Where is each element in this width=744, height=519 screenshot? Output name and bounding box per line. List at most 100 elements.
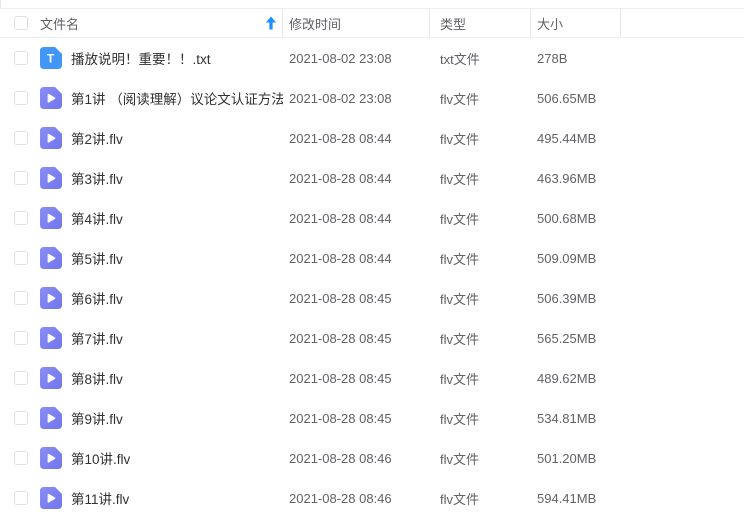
- table-row[interactable]: 第8讲.flv 2021-08-28 08:45 flv文件 489.62MB: [0, 358, 744, 398]
- filename-column-label: 文件名: [40, 14, 79, 33]
- file-size: 278B: [531, 51, 621, 66]
- table-row[interactable]: 第1讲 （阅读理解）议论文认证方法... 2021-08-02 23:08 fl…: [0, 78, 744, 118]
- video-file-icon: [40, 287, 62, 309]
- row-checkbox[interactable]: [14, 51, 28, 65]
- file-modified-time: 2021-08-28 08:45: [283, 411, 430, 426]
- row-checkbox[interactable]: [14, 331, 28, 345]
- video-file-icon: [40, 367, 62, 389]
- video-file-icon: [40, 327, 62, 349]
- file-type: flv文件: [430, 409, 531, 428]
- file-name[interactable]: 第6讲.flv: [71, 288, 123, 308]
- row-checkbox[interactable]: [14, 451, 28, 465]
- select-all-checkbox[interactable]: [14, 16, 28, 30]
- video-file-icon: [40, 207, 62, 229]
- file-name-cell: 第7讲.flv: [0, 327, 283, 349]
- file-modified-time: 2021-08-28 08:44: [283, 211, 430, 226]
- file-name[interactable]: 第3讲.flv: [71, 168, 123, 188]
- table-row[interactable]: 第5讲.flv 2021-08-28 08:44 flv文件 509.09MB: [0, 238, 744, 278]
- table-row[interactable]: 第2讲.flv 2021-08-28 08:44 flv文件 495.44MB: [0, 118, 744, 158]
- file-name[interactable]: 播放说明！重要！！.txt: [71, 48, 211, 68]
- file-modified-time: 2021-08-02 23:08: [283, 51, 430, 66]
- file-name-cell: 第2讲.flv: [0, 127, 283, 149]
- file-name[interactable]: 第10讲.flv: [71, 448, 130, 468]
- file-modified-time: 2021-08-28 08:44: [283, 131, 430, 146]
- file-modified-time: 2021-08-28 08:45: [283, 291, 430, 306]
- file-modified-time: 2021-08-02 23:08: [283, 91, 430, 106]
- file-name[interactable]: 第2讲.flv: [71, 128, 123, 148]
- column-header-modified[interactable]: 修改时间: [283, 9, 430, 37]
- file-name-cell: 第4讲.flv: [0, 207, 283, 229]
- file-size: 495.44MB: [531, 131, 621, 146]
- row-checkbox[interactable]: [14, 131, 28, 145]
- column-header-type[interactable]: 类型: [430, 9, 531, 37]
- file-name-cell: 第5讲.flv: [0, 247, 283, 269]
- file-manager-window: 文件名 修改时间 类型 大小 T 播放说明！重要！！.txt 2021-08-0…: [0, 0, 744, 519]
- table-row[interactable]: 第6讲.flv 2021-08-28 08:45 flv文件 506.39MB: [0, 278, 744, 318]
- file-modified-time: 2021-08-28 08:45: [283, 331, 430, 346]
- top-strip: [0, 0, 744, 8]
- file-modified-time: 2021-08-28 08:46: [283, 491, 430, 506]
- file-name[interactable]: 第7讲.flv: [71, 328, 123, 348]
- row-checkbox[interactable]: [14, 251, 28, 265]
- file-name[interactable]: 第5讲.flv: [71, 248, 123, 268]
- video-file-icon: [40, 447, 62, 469]
- table-row[interactable]: 第3讲.flv 2021-08-28 08:44 flv文件 463.96MB: [0, 158, 744, 198]
- table-header: 文件名 修改时间 类型 大小: [0, 8, 744, 38]
- file-size: 506.65MB: [531, 91, 621, 106]
- file-name[interactable]: 第4讲.flv: [71, 208, 123, 228]
- table-row[interactable]: 第4讲.flv 2021-08-28 08:44 flv文件 500.68MB: [0, 198, 744, 238]
- video-file-icon: [40, 87, 62, 109]
- video-file-icon: [40, 127, 62, 149]
- file-type: flv文件: [430, 329, 531, 348]
- table-row[interactable]: 第7讲.flv 2021-08-28 08:45 flv文件 565.25MB: [0, 318, 744, 358]
- table-row[interactable]: 第10讲.flv 2021-08-28 08:46 flv文件 501.20MB: [0, 438, 744, 478]
- file-name-cell: 第11讲.flv: [0, 487, 283, 509]
- file-name[interactable]: 第11讲.flv: [71, 488, 129, 508]
- video-file-icon: [40, 487, 62, 509]
- file-size: 534.81MB: [531, 411, 621, 426]
- table-row[interactable]: 第11讲.flv 2021-08-28 08:46 flv文件 594.41MB: [0, 478, 744, 518]
- file-size: 489.62MB: [531, 371, 621, 386]
- table-row[interactable]: T 播放说明！重要！！.txt 2021-08-02 23:08 txt文件 2…: [0, 38, 744, 78]
- file-size: 509.09MB: [531, 251, 621, 266]
- type-column-label: 类型: [440, 14, 466, 33]
- file-type: flv文件: [430, 129, 531, 148]
- txt-file-icon: T: [40, 47, 62, 69]
- row-checkbox[interactable]: [14, 371, 28, 385]
- row-checkbox[interactable]: [14, 491, 28, 505]
- column-header-filler: [621, 9, 744, 37]
- file-size: 463.96MB: [531, 171, 621, 186]
- file-name-cell: 第9讲.flv: [0, 407, 283, 429]
- file-size: 501.20MB: [531, 451, 621, 466]
- row-checkbox[interactable]: [14, 291, 28, 305]
- file-name[interactable]: 第8讲.flv: [71, 368, 123, 388]
- file-type: flv文件: [430, 89, 531, 108]
- row-checkbox[interactable]: [14, 211, 28, 225]
- file-type: flv文件: [430, 489, 531, 508]
- file-size: 565.25MB: [531, 331, 621, 346]
- file-name-cell: 第3讲.flv: [0, 167, 283, 189]
- video-file-icon: [40, 407, 62, 429]
- column-header-size[interactable]: 大小: [531, 9, 621, 37]
- size-column-label: 大小: [537, 14, 563, 33]
- file-size: 594.41MB: [531, 491, 621, 506]
- file-list: T 播放说明！重要！！.txt 2021-08-02 23:08 txt文件 2…: [0, 38, 744, 518]
- column-header-filename[interactable]: 文件名: [0, 9, 283, 37]
- file-modified-time: 2021-08-28 08:44: [283, 171, 430, 186]
- file-type: flv文件: [430, 169, 531, 188]
- row-checkbox[interactable]: [14, 91, 28, 105]
- video-file-icon: [40, 167, 62, 189]
- file-name-cell: 第10讲.flv: [0, 447, 283, 469]
- modified-column-label: 修改时间: [289, 14, 341, 33]
- row-checkbox[interactable]: [14, 411, 28, 425]
- sort-ascending-arrow-icon[interactable]: [265, 16, 277, 30]
- table-row[interactable]: 第9讲.flv 2021-08-28 08:45 flv文件 534.81MB: [0, 398, 744, 438]
- row-checkbox[interactable]: [14, 171, 28, 185]
- file-modified-time: 2021-08-28 08:46: [283, 451, 430, 466]
- file-type: flv文件: [430, 209, 531, 228]
- svg-text:T: T: [47, 52, 55, 66]
- file-type: flv文件: [430, 289, 531, 308]
- file-type: flv文件: [430, 369, 531, 388]
- file-name[interactable]: 第1讲 （阅读理解）议论文认证方法...: [71, 88, 283, 108]
- file-name[interactable]: 第9讲.flv: [71, 408, 123, 428]
